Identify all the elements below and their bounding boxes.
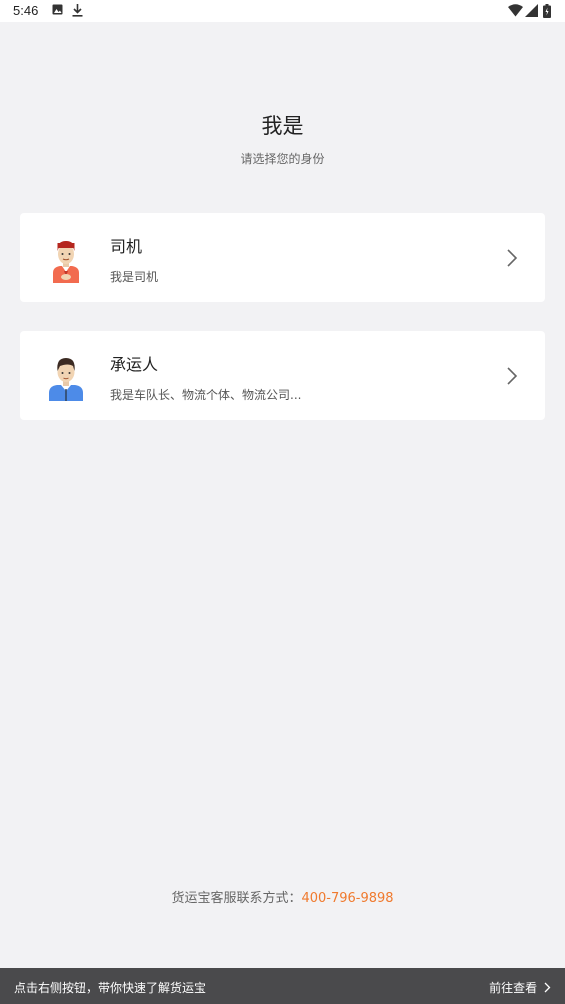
- signal-icon: [525, 4, 538, 17]
- page-title: 我是: [261, 114, 304, 138]
- option-carrier-title: 承运人: [110, 355, 159, 374]
- option-carrier-description: 我是车队长、物流个体、物流公司...: [110, 388, 302, 402]
- go-view-label: 前往查看: [489, 981, 538, 995]
- image-icon: [52, 4, 63, 15]
- status-bar: 5:46: [0, 0, 565, 22]
- option-driver-card[interactable]: 司机 我是司机: [20, 213, 545, 302]
- carrier-avatar-icon: [49, 358, 83, 401]
- chevron-right-icon: [507, 367, 518, 385]
- download-icon: [72, 4, 83, 17]
- option-carrier-card[interactable]: 承运人 我是车队长、物流个体、物流公司...: [20, 331, 545, 420]
- contact-phone-link[interactable]: 400-796-9898: [301, 891, 393, 906]
- chevron-right-icon: [507, 249, 518, 267]
- contact-label: 货运宝客服联系方式：: [171, 891, 302, 906]
- go-view-button[interactable]: 前往查看: [489, 979, 551, 996]
- chevron-right-icon: [544, 982, 551, 993]
- bottom-banner: 点击右侧按钮，带你快速了解货运宝 前往查看: [0, 968, 565, 1004]
- battery-icon: [543, 4, 551, 18]
- wifi-icon: [508, 4, 523, 17]
- status-time: 5:46: [13, 3, 39, 18]
- page-subtitle: 请选择您的身份: [240, 152, 325, 166]
- customer-service-contact: 货运宝客服联系方式：400-796-9898: [0, 887, 565, 906]
- option-driver-description: 我是司机: [110, 270, 159, 284]
- option-driver-title: 司机: [110, 237, 143, 256]
- driver-avatar-icon: [53, 241, 79, 283]
- bottom-banner-text: 点击右侧按钮，带你快速了解货运宝: [14, 981, 207, 995]
